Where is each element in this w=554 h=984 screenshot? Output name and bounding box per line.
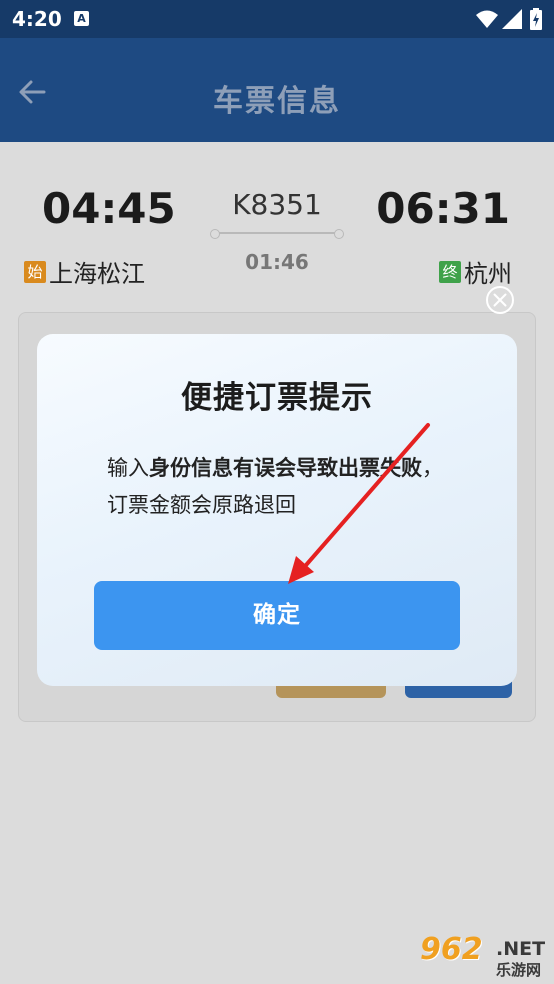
watermark-suffix: .NET [496, 938, 546, 960]
watermark-site: 乐游网 [496, 961, 542, 979]
annotation-arrow [288, 423, 430, 584]
watermark-number: 962 [420, 932, 483, 967]
site-watermark: 962 .NET 乐游网 [414, 932, 550, 982]
